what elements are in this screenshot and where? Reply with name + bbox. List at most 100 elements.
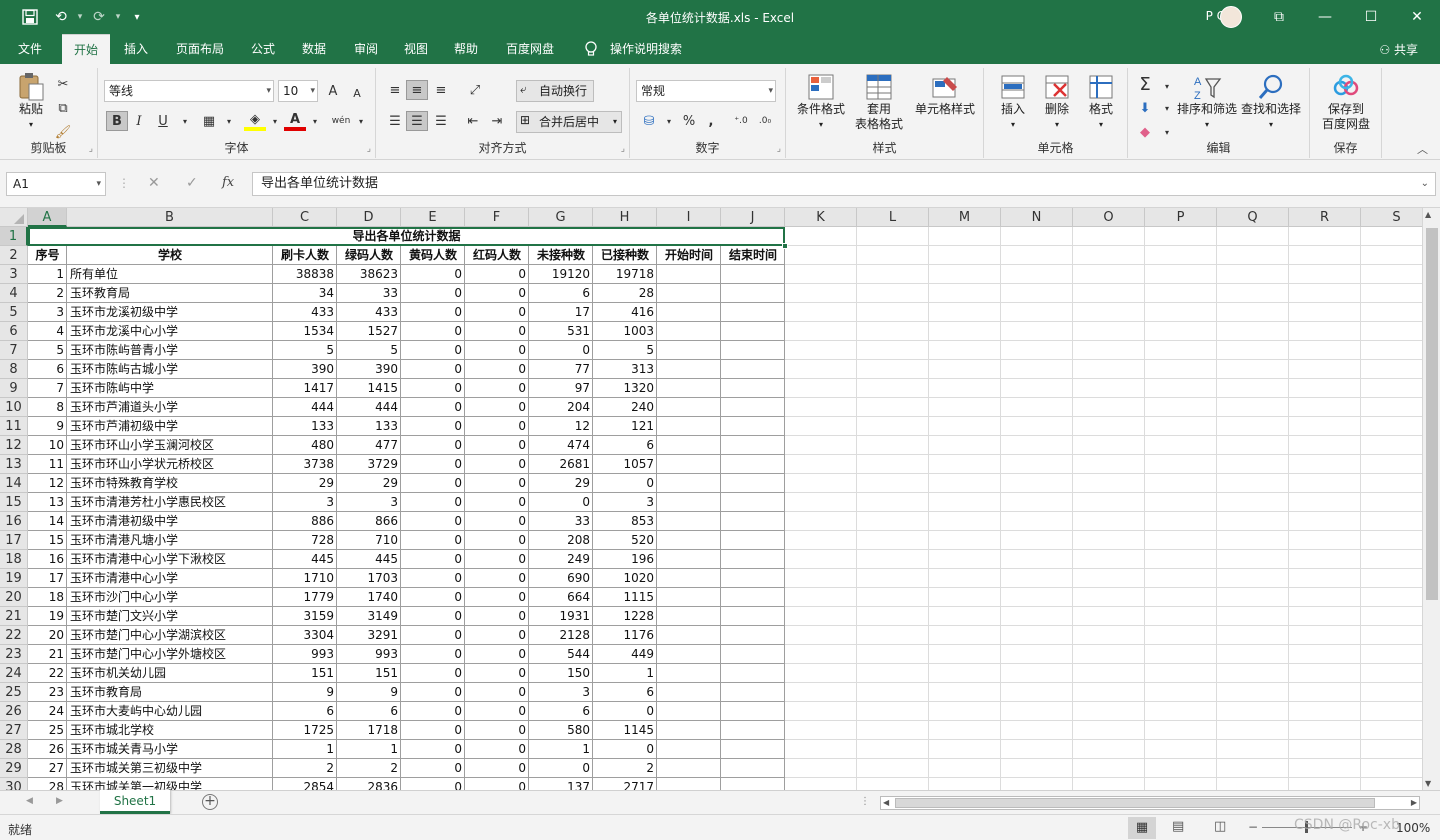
data-cell[interactable]: 0: [401, 550, 465, 569]
data-cell[interactable]: 17: [28, 569, 67, 588]
cell-gridline[interactable]: [1145, 740, 1217, 759]
enter-icon[interactable]: ✓: [186, 175, 198, 191]
cell-gridline[interactable]: [657, 303, 721, 322]
cell-gridline[interactable]: [785, 379, 857, 398]
data-cell[interactable]: 5: [337, 341, 401, 360]
column-header[interactable]: M: [929, 208, 1001, 227]
cell-gridline[interactable]: [1073, 379, 1145, 398]
cell-gridline[interactable]: [1217, 645, 1289, 664]
minimize-button[interactable]: —: [1302, 0, 1348, 34]
cell-gridline[interactable]: [721, 569, 785, 588]
data-cell[interactable]: 0: [401, 626, 465, 645]
cell-gridline[interactable]: [721, 455, 785, 474]
font-color-dropdown-icon[interactable]: ▾: [304, 111, 326, 131]
cell-gridline[interactable]: [785, 512, 857, 531]
cell-gridline[interactable]: [1145, 664, 1217, 683]
cell-gridline[interactable]: [1145, 759, 1217, 778]
row-header[interactable]: 13: [0, 455, 28, 474]
cell-gridline[interactable]: [1001, 512, 1073, 531]
share-button[interactable]: ⚇ 共享: [1379, 41, 1418, 58]
cell-gridline[interactable]: [657, 664, 721, 683]
cell-gridline[interactable]: [1073, 759, 1145, 778]
cell-gridline[interactable]: [1001, 493, 1073, 512]
cell-gridline[interactable]: [857, 569, 929, 588]
collapse-ribbon-icon[interactable]: ︿: [1417, 141, 1428, 157]
data-cell[interactable]: 0: [465, 778, 529, 790]
data-cell[interactable]: 19718: [593, 265, 657, 284]
cell-gridline[interactable]: [1145, 265, 1217, 284]
data-cell[interactable]: 520: [593, 531, 657, 550]
cell-gridline[interactable]: [785, 436, 857, 455]
row-header[interactable]: 29: [0, 759, 28, 778]
tab-baidu-netdisk[interactable]: 百度网盘: [496, 34, 564, 64]
data-cell[interactable]: 0: [465, 436, 529, 455]
data-cell[interactable]: 1710: [273, 569, 337, 588]
data-cell[interactable]: 11: [28, 455, 67, 474]
next-sheet-icon[interactable]: ▶: [56, 796, 63, 806]
cell-gridline[interactable]: [721, 474, 785, 493]
add-sheet-icon[interactable]: +: [202, 794, 218, 810]
cell-gridline[interactable]: [1073, 474, 1145, 493]
cell-gridline[interactable]: [785, 607, 857, 626]
cell-gridline[interactable]: [1289, 721, 1361, 740]
data-cell[interactable]: 0: [401, 721, 465, 740]
cell-gridline[interactable]: [785, 569, 857, 588]
cell-gridline[interactable]: [1001, 778, 1073, 790]
row-header[interactable]: 24: [0, 664, 28, 683]
cell-gridline[interactable]: [1145, 417, 1217, 436]
data-cell[interactable]: 1779: [273, 588, 337, 607]
decrease-indent-icon[interactable]: ⇤: [462, 111, 484, 131]
cell-gridline[interactable]: [1289, 265, 1361, 284]
underline-button[interactable]: U: [152, 111, 174, 131]
cell-gridline[interactable]: [1217, 246, 1289, 265]
cell-gridline[interactable]: [657, 360, 721, 379]
decrease-decimal-icon[interactable]: .0₀: [754, 111, 776, 131]
cell-gridline[interactable]: [785, 265, 857, 284]
data-cell[interactable]: 480: [273, 436, 337, 455]
data-cell[interactable]: 2681: [529, 455, 593, 474]
data-cell[interactable]: 444: [337, 398, 401, 417]
data-cell[interactable]: 0: [465, 626, 529, 645]
school-name-cell[interactable]: 玉环市芦浦道头小学: [67, 398, 273, 417]
data-cell[interactable]: 580: [529, 721, 593, 740]
cell-gridline[interactable]: [1217, 417, 1289, 436]
data-cell[interactable]: 12: [529, 417, 593, 436]
tab-insert[interactable]: 插入: [114, 34, 158, 64]
cell-gridline[interactable]: [657, 265, 721, 284]
data-cell[interactable]: 0: [401, 607, 465, 626]
cell-gridline[interactable]: [1073, 683, 1145, 702]
data-cell[interactable]: 19: [28, 607, 67, 626]
cell-gridline[interactable]: [785, 683, 857, 702]
cell-gridline[interactable]: [785, 227, 857, 246]
school-name-cell[interactable]: 玉环市城关第一初级中学: [67, 778, 273, 790]
cell-gridline[interactable]: [721, 303, 785, 322]
cell-gridline[interactable]: [721, 512, 785, 531]
data-cell[interactable]: 0: [465, 512, 529, 531]
cell-gridline[interactable]: [857, 683, 929, 702]
cell-gridline[interactable]: [929, 683, 1001, 702]
data-cell[interactable]: 0: [465, 645, 529, 664]
cell-gridline[interactable]: [1289, 436, 1361, 455]
cell-gridline[interactable]: [657, 398, 721, 417]
data-cell[interactable]: 390: [273, 360, 337, 379]
phonetic-guide-button[interactable]: wén: [330, 111, 352, 131]
cell-gridline[interactable]: [657, 702, 721, 721]
cell-gridline[interactable]: [1217, 227, 1289, 246]
school-name-cell[interactable]: 玉环市清港中心小学下湫校区: [67, 550, 273, 569]
data-cell[interactable]: 3: [337, 493, 401, 512]
cell-gridline[interactable]: [1001, 569, 1073, 588]
cell-gridline[interactable]: [1001, 360, 1073, 379]
horizontal-scrollbar-thumb[interactable]: [895, 798, 1375, 808]
column-header[interactable]: O: [1073, 208, 1145, 227]
cell-gridline[interactable]: [721, 284, 785, 303]
orientation-icon[interactable]: ⤢: [464, 80, 486, 100]
cell-gridline[interactable]: [857, 607, 929, 626]
data-cell[interactable]: 1115: [593, 588, 657, 607]
data-cell[interactable]: 0: [401, 740, 465, 759]
cell-gridline[interactable]: [1001, 246, 1073, 265]
data-cell[interactable]: 6: [529, 702, 593, 721]
data-cell[interactable]: 993: [273, 645, 337, 664]
cell-gridline[interactable]: [721, 759, 785, 778]
cell-gridline[interactable]: [1145, 284, 1217, 303]
cell-gridline[interactable]: [657, 626, 721, 645]
